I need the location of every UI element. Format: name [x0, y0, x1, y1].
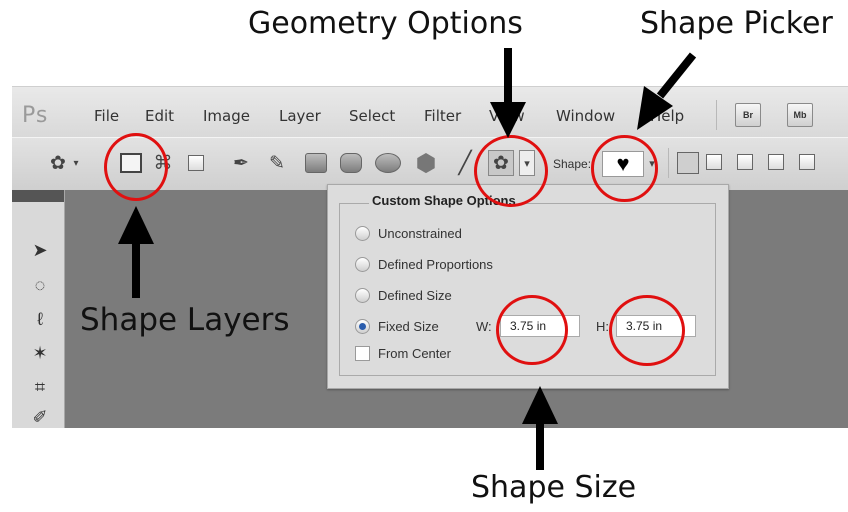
shape-picker-arrow — [637, 52, 697, 130]
shape-size-annotation: Shape Size — [471, 470, 637, 505]
annotation-arrows — [118, 48, 697, 470]
shape-size-arrow — [522, 386, 558, 470]
shape-layers-arrow — [118, 206, 154, 298]
geometry-options-arrow — [490, 48, 526, 138]
